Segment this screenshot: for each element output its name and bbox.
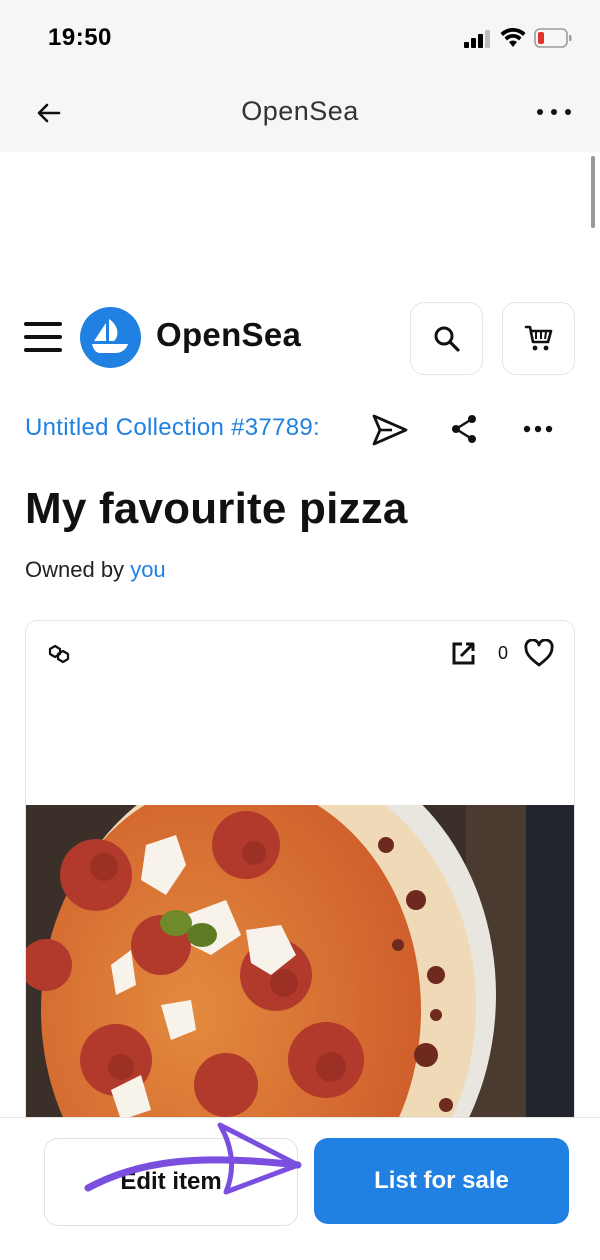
owner-link[interactable]: you bbox=[130, 557, 165, 582]
send-icon[interactable] bbox=[372, 413, 408, 447]
collection-link[interactable]: Untitled Collection #37789: bbox=[25, 414, 355, 442]
more-dots-icon[interactable] bbox=[534, 100, 574, 124]
search-button[interactable] bbox=[410, 302, 483, 375]
battery-icon bbox=[534, 28, 572, 48]
external-link-icon[interactable] bbox=[450, 641, 476, 667]
item-title: My favourite pizza bbox=[25, 484, 408, 533]
owned-by-label: Owned by bbox=[25, 557, 125, 582]
scrollbar[interactable] bbox=[591, 156, 595, 228]
more-options-icon[interactable] bbox=[522, 422, 554, 436]
chain-icon bbox=[48, 644, 70, 664]
cart-icon bbox=[524, 325, 553, 351]
brand-name[interactable]: OpenSea bbox=[156, 316, 301, 354]
share-icon[interactable] bbox=[450, 413, 478, 445]
browser-title: OpenSea bbox=[241, 96, 359, 126]
cart-button[interactable] bbox=[502, 302, 575, 375]
heart-icon[interactable] bbox=[524, 639, 554, 667]
search-icon bbox=[434, 326, 460, 352]
ship-logo-icon bbox=[92, 319, 128, 353]
owned-by-line: Owned by you bbox=[25, 557, 166, 583]
cellular-signal-icon bbox=[464, 30, 490, 48]
menu-icon[interactable] bbox=[24, 322, 62, 352]
browser-nav-bar: OpenSea bbox=[0, 76, 600, 152]
favorite-count: 0 bbox=[498, 643, 509, 663]
bottom-action-bar: Edit item List for sale bbox=[0, 1117, 600, 1260]
wifi-icon bbox=[500, 27, 526, 47]
status-bar: 19:50 bbox=[0, 0, 600, 76]
status-time: 19:50 bbox=[48, 24, 112, 51]
list-for-sale-button[interactable]: List for sale bbox=[314, 1138, 569, 1224]
opensea-logo[interactable] bbox=[80, 307, 141, 368]
edit-item-button[interactable]: Edit item bbox=[44, 1138, 298, 1226]
